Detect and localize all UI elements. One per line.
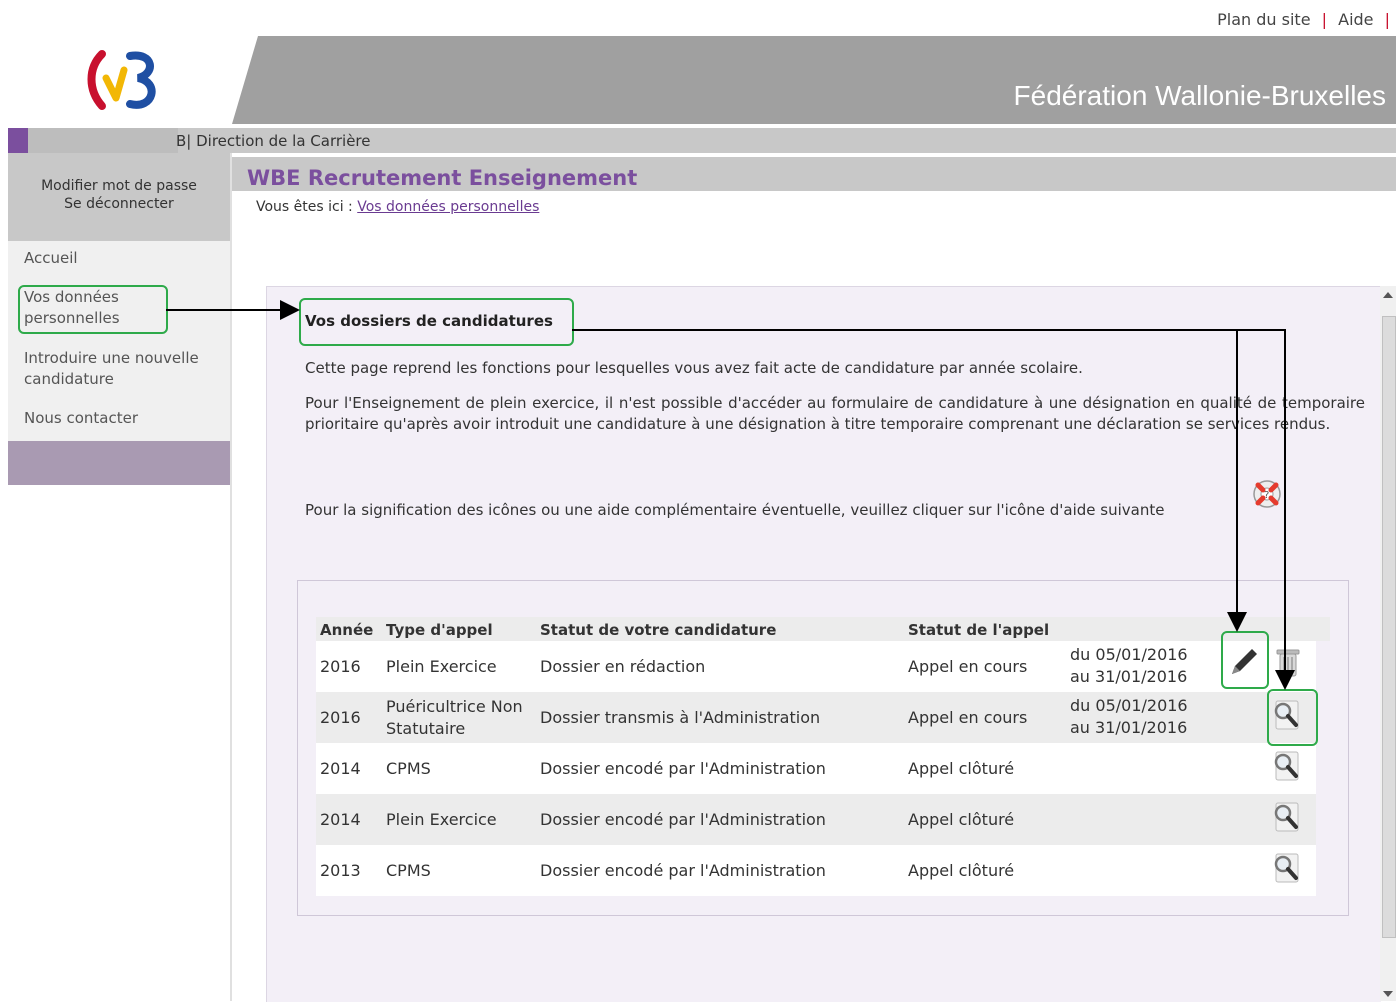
nav-item-accueil[interactable]: Accueil (24, 248, 78, 269)
highlight-view-icon (1267, 689, 1318, 746)
separator: | (1321, 10, 1328, 29)
table-row: 2014 CPMS Dossier encodé par l'Administr… (316, 743, 1316, 794)
highlight-section-title (299, 298, 574, 346)
view-magnifier-icon[interactable] (1270, 799, 1304, 835)
cell-appel: Appel en cours (908, 708, 1028, 727)
scroll-down-icon[interactable] (1383, 991, 1393, 997)
table-row: 2016 Plein Exercice Dossier en rédaction… (316, 641, 1316, 692)
cell-date-from: du 05/01/2016 (1070, 696, 1188, 715)
svg-text:?: ? (1264, 490, 1269, 501)
info-paragraph: Pour l'Enseignement de plein exercice, i… (305, 394, 1365, 433)
site-map-link[interactable]: Plan du site (1217, 10, 1310, 29)
sidebar-nav: Accueil Vos données personnelles Introdu… (8, 241, 230, 441)
scrollbar[interactable] (1380, 286, 1396, 1001)
nav-item-contact[interactable]: Nous contacter (24, 408, 138, 429)
nav-item-nouvelle-candidature[interactable]: Introduire une nouvelle candidature (24, 348, 199, 390)
page-header: WBE Recrutement Enseignement (232, 157, 1396, 191)
direction-label: B| Direction de la Carrière (176, 132, 371, 150)
col-appel: Statut de l'appel (908, 621, 1050, 639)
scroll-thumb[interactable] (1382, 316, 1396, 938)
breadcrumb-prefix: Vous êtes ici : (256, 199, 353, 215)
banner-title: Fédération Wallonie-Bruxelles (1013, 80, 1386, 111)
cell-type: Puéricultrice Non (386, 697, 523, 716)
table-header: Année Type d'appel Statut de votre candi… (316, 617, 1330, 641)
breadcrumb-link[interactable]: Vos données personnelles (357, 199, 539, 215)
separator: | (1384, 10, 1390, 29)
breadcrumb: Vous êtes ici : Vos données personnelles (256, 199, 539, 215)
cell-statut: Dossier encodé par l'Administration (540, 810, 826, 829)
cell-annee: 2014 (320, 759, 361, 778)
col-statut: Statut de votre candidature (540, 621, 777, 639)
cell-type-line2: Statutaire (386, 719, 466, 738)
cell-appel: Appel clôturé (908, 759, 1015, 778)
help-lifebuoy-icon[interactable]: ? (1250, 476, 1284, 510)
cell-annee: 2013 (320, 861, 361, 880)
highlight-edit-icon (1221, 631, 1269, 689)
cell-type: CPMS (386, 759, 431, 778)
cell-statut: Dossier encodé par l'Administration (540, 759, 826, 778)
view-magnifier-icon[interactable] (1270, 748, 1304, 784)
direction-bar: B| Direction de la Carrière (8, 128, 1396, 178)
cell-appel: Appel en cours (908, 657, 1028, 676)
cell-type: Plein Exercice (386, 657, 497, 676)
banner-divider (232, 124, 1396, 127)
cell-statut: Dossier transmis à l'Administration (540, 708, 821, 727)
cell-date-from: du 05/01/2016 (1070, 645, 1188, 664)
fwb-logo (87, 50, 156, 110)
col-type: Type d'appel (386, 621, 493, 639)
sidebar-footer (8, 441, 230, 485)
table-row: 2014 Plein Exercice Dossier encodé par l… (316, 794, 1316, 845)
delete-trash-icon[interactable] (1272, 646, 1304, 680)
cell-statut: Dossier en rédaction (540, 657, 706, 676)
view-magnifier-icon[interactable] (1270, 850, 1304, 886)
cell-date-to: au 31/01/2016 (1070, 667, 1188, 686)
help-link[interactable]: Aide (1338, 10, 1373, 29)
cell-annee: 2014 (320, 810, 361, 829)
scroll-up-icon[interactable] (1383, 292, 1393, 298)
cell-type: Plein Exercice (386, 810, 497, 829)
cell-annee: 2016 (320, 708, 361, 727)
nav-label: candidature (24, 370, 114, 388)
cell-type: CPMS (386, 861, 431, 880)
change-password-link[interactable]: Modifier mot de passe (8, 177, 230, 195)
account-links: Modifier mot de passe Se déconnecter (8, 177, 230, 213)
col-annee: Année (320, 621, 374, 639)
top-links: Plan du site | Aide | (1217, 10, 1396, 29)
cell-annee: 2016 (320, 657, 361, 676)
cell-date-to: au 31/01/2016 (1070, 718, 1188, 737)
table-row: 2013 CPMS Dossier encodé par l'Administr… (316, 845, 1316, 896)
cell-statut: Dossier encodé par l'Administration (540, 861, 826, 880)
logout-link[interactable]: Se déconnecter (8, 195, 230, 213)
highlight-nav-donnees (18, 285, 168, 334)
help-paragraph: Pour la signification des icônes ou une … (305, 501, 1165, 519)
cell-appel: Appel clôturé (908, 810, 1015, 829)
divider (230, 153, 232, 1001)
cell-appel: Appel clôturé (908, 861, 1015, 880)
intro-paragraph: Cette page reprend les fonctions pour le… (305, 359, 1083, 377)
account-panel: Modifier mot de passe Se déconnecter (8, 153, 230, 241)
table-row: 2016 Puéricultrice Non Statutaire Dossie… (316, 692, 1316, 743)
nav-label: Introduire une nouvelle (24, 349, 199, 367)
page-title: WBE Recrutement Enseignement (247, 166, 638, 190)
